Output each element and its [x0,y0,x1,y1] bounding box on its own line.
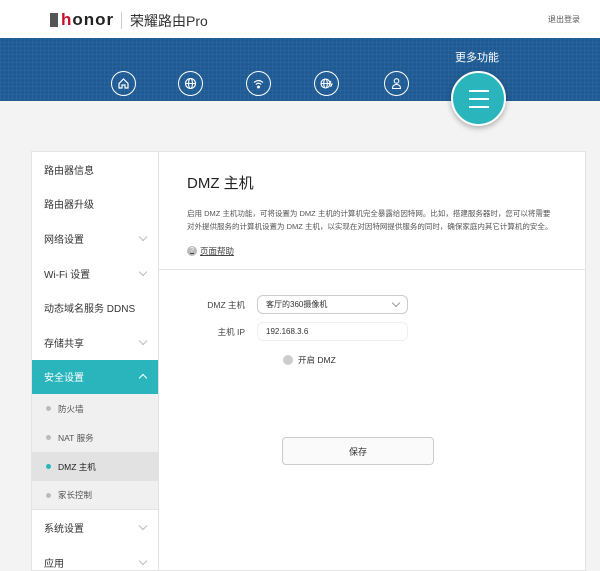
main-panel: DMZ 主机 启用 DMZ 主机功能，可将设置为 DMZ 主机的计算机完全暴露给… [158,151,586,571]
sidebar-subitem-firewall[interactable]: 防火墙 [32,394,158,424]
bullet-icon [46,406,51,412]
sidebar-item-ddns[interactable]: 动态域名服务 DDNS [32,290,158,325]
sidebar-item-storage[interactable]: 存储共享 [32,325,158,360]
sidebar-item-wifi[interactable]: Wi-Fi 设置 [32,256,158,291]
user-icon[interactable] [384,71,409,96]
sidebar-item-network[interactable]: 网络设置 [32,221,158,256]
chevron-down-icon [391,298,401,308]
page-help-link[interactable]: ? 页面帮助 [187,245,557,257]
dmz-host-select[interactable]: 客厅的360摄像机 [257,295,408,314]
check-circle-icon [283,355,293,365]
divider [121,12,122,29]
chevron-down-icon [138,556,148,565]
sidebar-item-label: Wi-Fi 设置 [44,269,91,281]
dmz-host-row: DMZ 主机 客厅的360摄像机 [159,295,408,314]
sidebar-item-label: 安全设置 [44,373,84,385]
sidebar-subitem-label: DMZ 主机 [58,461,96,472]
home-icon[interactable] [111,71,136,96]
page-title: DMZ 主机 [187,175,254,192]
page-description: 启用 DMZ 主机功能，可将设置为 DMZ 主机的计算机完全暴露给因特网。比如，… [187,209,553,231]
honor-logo: honor [50,10,114,30]
sidebar: 路由器信息 路由器升级 网络设置 Wi-Fi 设置 动态域名服务 DDNS 存储… [31,151,159,571]
chevron-down-icon [138,232,148,242]
chevron-down-icon [138,521,148,531]
dmz-host-value: 客厅的360摄像机 [266,300,328,309]
more-functions-menu-button[interactable] [451,71,506,126]
chevron-down-icon [138,267,148,276]
top-bar: honor 荣耀路由Pro 退出登录 [0,0,600,38]
sidebar-subitem-nat[interactable]: NAT 服务 [32,423,158,453]
sidebar-subitem-label: NAT 服务 [58,432,94,443]
globe-speed-icon[interactable] [314,71,339,96]
logout-link[interactable]: 退出登录 [548,14,580,25]
sidebar-subitem-dmz[interactable]: DMZ 主机 [32,452,158,482]
sidebar-item-label: 应用 [44,558,64,570]
wifi-icon[interactable] [246,71,271,96]
bullet-icon [46,464,51,470]
enable-dmz-label: 开启 DMZ [298,355,336,365]
sidebar-item-router-info[interactable]: 路由器信息 [32,152,158,187]
chevron-down-icon [138,336,148,346]
sidebar-item-label: 路由器升级 [44,200,94,212]
enable-dmz-row: 开启 DMZ [283,354,336,366]
sidebar-subitem-label: 防火墙 [58,403,84,414]
chevron-up-icon [138,374,148,383]
host-ip-input[interactable] [257,322,408,341]
bullet-icon [46,492,51,498]
sidebar-item-router-upgrade[interactable]: 路由器升级 [32,187,158,222]
help-label: 页面帮助 [200,246,235,256]
sidebar-item-label: 存储共享 [44,338,84,350]
product-title: 荣耀路由Pro [130,13,208,29]
sidebar-item-label: 动态域名服务 DDNS [44,304,136,316]
sidebar-item-label: 网络设置 [44,234,84,246]
nav-banner: 更多功能 [0,38,600,101]
help-icon: ? [187,246,197,256]
sidebar-subitem-label: 家长控制 [58,490,93,501]
host-ip-label: 主机 IP [217,326,245,337]
globe-icon[interactable] [178,71,203,96]
save-button[interactable]: 保存 [282,437,434,465]
sidebar-item-security[interactable]: 安全设置 [32,359,158,395]
enable-dmz-checkbox[interactable]: 开启 DMZ [283,354,336,366]
host-ip-row: 主机 IP [159,322,408,341]
panel-header: DMZ 主机 启用 DMZ 主机功能，可将设置为 DMZ 主机的计算机完全暴露给… [159,152,585,270]
dmz-host-label: DMZ 主机 [207,299,245,310]
sidebar-item-label: 路由器信息 [44,165,94,177]
bullet-icon [46,435,51,441]
sidebar-item-label: 系统设置 [44,523,84,535]
more-functions-label: 更多功能 [455,52,499,64]
sidebar-item-system[interactable]: 系统设置 [32,510,158,545]
sidebar-item-apps[interactable]: 应用 [32,545,158,570]
sidebar-subitem-parental-control[interactable]: 家长控制 [32,481,158,511]
